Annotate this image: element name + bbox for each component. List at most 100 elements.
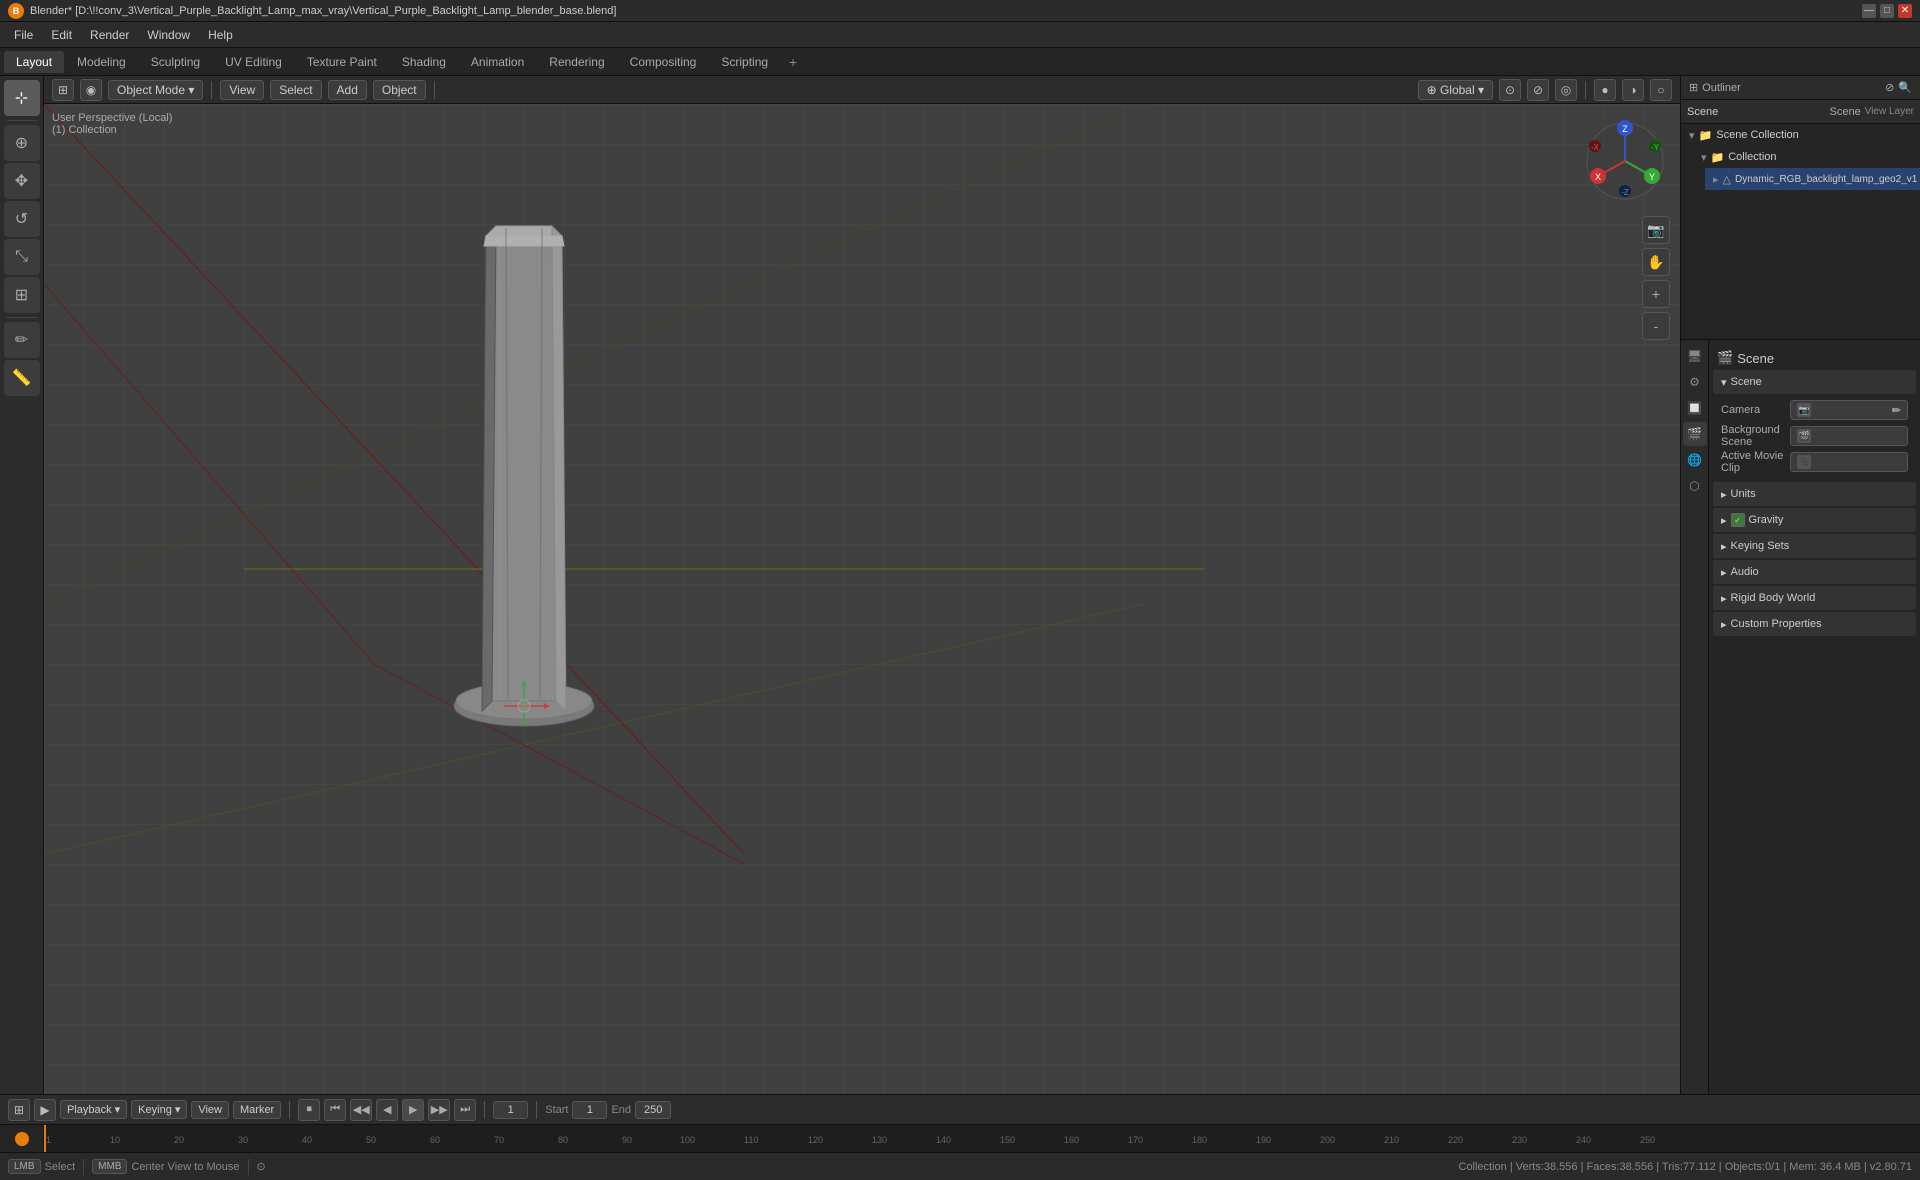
keying-dropdown[interactable]: Keying ▾ [131,1100,187,1119]
view-menu[interactable]: View [220,80,264,100]
rendered-icon[interactable]: ○ [1650,79,1672,101]
tool-cursor[interactable]: ⊕ [4,125,40,161]
menu-render[interactable]: Render [82,25,137,45]
tool-measure[interactable]: 📏 [4,360,40,396]
menu-window[interactable]: Window [139,25,198,45]
material-preview-icon[interactable]: ◑ [1622,79,1644,101]
navigation-gizmo[interactable]: Z Y X -Z -Y -X [1580,116,1670,206]
marker-label: Marker [240,1104,274,1116]
tab-texture-paint[interactable]: Texture Paint [295,51,389,73]
scene-section-header[interactable]: ▾ Scene [1713,370,1916,394]
gravity-section-header[interactable]: ▸ ✓ Gravity [1713,508,1916,532]
playback-icon[interactable]: ▶ [34,1099,56,1121]
svg-text:200: 200 [1320,1135,1335,1145]
marker-dropdown[interactable]: Marker [233,1101,281,1119]
camera-value[interactable]: 📷 ✏ [1790,400,1908,420]
gravity-section: ▸ ✓ Gravity [1713,508,1916,532]
tab-layout[interactable]: Layout [4,51,64,73]
svg-text:10: 10 [110,1135,120,1145]
camera-edit-icon[interactable]: ✏ [1892,404,1901,417]
global-local-toggle[interactable]: ⊕ Global ▾ [1418,80,1493,100]
back-frame-button[interactable]: ◀◀ [350,1099,372,1121]
grab-tool-btn[interactable]: ✋ [1642,248,1670,276]
background-scene-value[interactable]: 🎬 [1790,426,1908,446]
stop-button[interactable]: ⏹ [298,1099,320,1121]
tool-rotate[interactable]: ↺ [4,201,40,237]
tool-annotate[interactable]: ✏ [4,322,40,358]
end-frame-input[interactable]: 250 [635,1101,671,1119]
scene-collection-item[interactable]: ▾ 📁 Scene Collection [1681,124,1920,146]
tab-sculpting[interactable]: Sculpting [139,51,212,73]
back-play-button[interactable]: ◀ [376,1099,398,1121]
tab-uv-editing[interactable]: UV Editing [213,51,294,73]
tool-scale[interactable]: ⤡ [4,239,40,275]
outliner-filter-icon[interactable]: ⊘ [1885,81,1894,94]
object-item[interactable]: ▸ △ Dynamic_RGB_backlight_lamp_geo2_v1 [1705,168,1920,190]
tab-animation[interactable]: Animation [459,51,536,73]
select-menu[interactable]: Select [270,80,321,100]
solid-shading-icon[interactable]: ● [1594,79,1616,101]
view-layer-label: Scene [1687,106,1718,118]
zoom-out-btn[interactable]: - [1642,312,1670,340]
overlay-icon[interactable]: ⊘ [1527,79,1549,101]
gravity-checkbox-icon[interactable]: ✓ [1731,513,1745,527]
movie-clip-value[interactable]: 🎥 [1790,452,1908,472]
play-button[interactable]: ▶ [402,1099,424,1121]
tab-rendering[interactable]: Rendering [537,51,616,73]
menu-help[interactable]: Help [200,25,241,45]
frame-timeline[interactable]: 1 10 20 30 40 50 60 70 80 90 100 110 120… [0,1124,1920,1152]
minimize-button[interactable]: — [1862,4,1876,18]
rigid-body-header[interactable]: ▸ Rigid Body World [1713,586,1916,610]
tool-transform[interactable]: ⊞ [4,277,40,313]
collection-item[interactable]: ▾ 📁 Collection [1693,146,1920,168]
view-dropdown[interactable]: View [191,1101,229,1119]
zoom-in-btn[interactable]: + [1642,280,1670,308]
outliner-header: ⊞ Outliner ⊘ 🔍 [1681,76,1920,100]
world-properties-icon[interactable]: 🌐 [1683,448,1707,472]
collection-icon: 📁 [1711,151,1725,164]
playback-dropdown[interactable]: Playback ▾ [60,1100,127,1119]
tab-scripting[interactable]: Scripting [709,51,780,73]
gizmo-icon[interactable]: ⊙ [1499,79,1521,101]
header-sep-2 [434,81,435,99]
editor-type-icon[interactable]: ⊞ [52,79,74,101]
maximize-button[interactable]: □ [1880,4,1894,18]
tool-move[interactable]: ✥ [4,163,40,199]
viewport-shading-icon[interactable]: ◉ [80,79,102,101]
tab-shading[interactable]: Shading [390,51,458,73]
svg-text:20: 20 [174,1135,184,1145]
tab-compositing[interactable]: Compositing [618,51,709,73]
current-frame-indicator [15,1132,29,1146]
output-properties-icon[interactable]: ⚙ [1683,370,1707,394]
object-mode-dropdown[interactable]: Object Mode ▾ [108,80,203,100]
view-layer-properties-icon[interactable]: 🔲 [1683,396,1707,420]
menu-edit[interactable]: Edit [43,25,80,45]
rigid-body-label: Rigid Body World [1731,592,1816,604]
object-properties-icon[interactable]: ⬡ [1683,474,1707,498]
add-menu[interactable]: Add [328,80,367,100]
xray-icon[interactable]: ◎ [1555,79,1577,101]
object-menu[interactable]: Object [373,80,426,100]
close-button[interactable]: ✕ [1898,4,1912,18]
custom-props-header[interactable]: ▸ Custom Properties [1713,612,1916,636]
current-frame-display[interactable]: 1 [493,1101,528,1119]
start-frame-input[interactable]: 1 [572,1101,607,1119]
audio-section-header[interactable]: ▸ Audio [1713,560,1916,584]
frame-numbers-area[interactable]: 1 10 20 30 40 50 60 70 80 90 100 110 120… [44,1125,1920,1152]
keying-sets-header[interactable]: ▸ Keying Sets [1713,534,1916,558]
outliner-search-icon[interactable]: 🔍 [1898,81,1912,94]
tool-select[interactable]: ⊹ [4,80,40,116]
tab-modeling[interactable]: Modeling [65,51,138,73]
units-section-header[interactable]: ▸ Units [1713,482,1916,506]
add-workspace-button[interactable]: + [781,50,805,74]
viewport[interactable]: ⊞ ◉ Object Mode ▾ View Select Add Object… [44,76,1680,1094]
render-properties-icon[interactable]: 🖥 [1683,344,1707,368]
movie-clip-row: Active Movie Clip 🎥 [1721,450,1908,474]
menu-file[interactable]: File [6,25,41,45]
jump-end-button[interactable]: ⏭ [454,1099,476,1121]
jump-start-button[interactable]: ⏮ [324,1099,346,1121]
forward-frame-button[interactable]: ▶▶ [428,1099,450,1121]
scene-properties-icon[interactable]: 🎬 [1683,422,1707,446]
timeline-editor-icon[interactable]: ⊞ [8,1099,30,1121]
camera-view-btn[interactable]: 📷 [1642,216,1670,244]
